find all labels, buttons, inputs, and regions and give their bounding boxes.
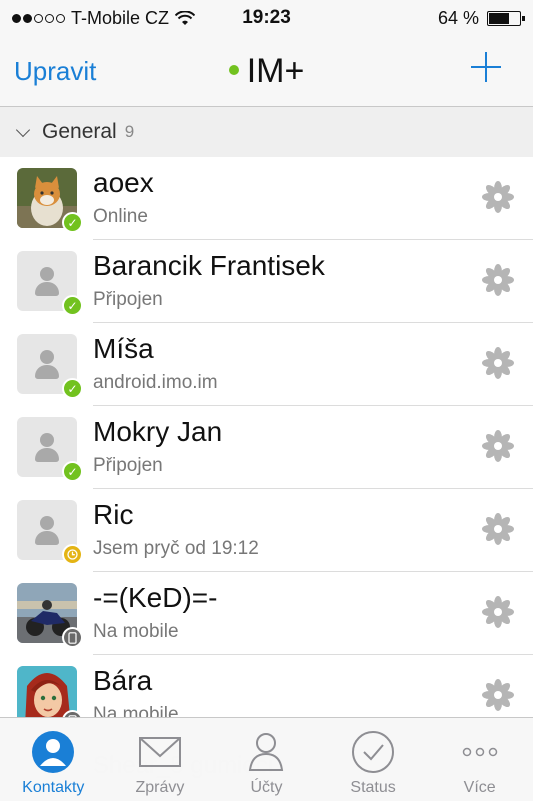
tab-label: Zprávy xyxy=(135,779,185,796)
online-status-icon: ✓ xyxy=(62,212,83,233)
contact-row[interactable]: ✓ Míša android.imo.im xyxy=(0,323,533,406)
tab-zpravy[interactable]: Zprávy xyxy=(107,718,214,801)
contact-name: Ric xyxy=(93,499,134,530)
online-status-icon: ✓ xyxy=(62,295,83,316)
contact-name: Mokry Jan xyxy=(93,416,223,447)
gear-icon[interactable] xyxy=(480,677,516,713)
gear-icon[interactable] xyxy=(480,511,516,547)
contact-name: Barancik Frantisek xyxy=(93,250,325,281)
contact-name: -=(KeD)=- xyxy=(93,582,218,613)
gear-icon[interactable] xyxy=(480,262,516,298)
contact-name: Bára xyxy=(93,665,153,696)
tab-label: Více xyxy=(463,779,496,796)
navigation-bar: Upravit IM+ xyxy=(0,38,533,107)
tab-ucty[interactable]: Účty xyxy=(213,718,320,801)
gear-icon[interactable] xyxy=(480,345,516,381)
status-bar: T-Mobile CZ 19:23 64 % xyxy=(0,0,533,38)
contact-status: Na mobile xyxy=(93,704,179,717)
app-title-container: IM+ xyxy=(0,52,533,91)
tab-status[interactable]: Status xyxy=(320,718,427,801)
tab-kontakty[interactable]: Kontakty xyxy=(0,718,107,801)
contact-status: Připojen xyxy=(93,455,163,476)
contact-status: Jsem pryč od 19:12 xyxy=(93,538,259,559)
app-title: IM+ xyxy=(246,52,305,90)
battery-info: 64 % xyxy=(437,8,525,29)
group-header[interactable]: General 9 xyxy=(0,107,533,157)
contact-status: android.imo.im xyxy=(93,372,218,393)
contact-status: Připojen xyxy=(93,289,163,310)
contact-row[interactable]: ✓ aoex Online xyxy=(0,157,533,240)
online-indicator-icon xyxy=(228,65,239,76)
group-name: General xyxy=(42,120,117,143)
contact-row[interactable]: Ric Jsem pryč od 19:12 xyxy=(0,489,533,572)
person-icon xyxy=(249,733,284,771)
contact-name: aoex xyxy=(93,167,154,198)
group-count: 9 xyxy=(124,122,135,141)
gear-icon[interactable] xyxy=(480,594,516,630)
more-dots-icon xyxy=(462,747,497,757)
clock-away-icon xyxy=(62,544,83,565)
tab-label: Účty xyxy=(250,779,283,796)
avatar xyxy=(17,666,77,717)
gear-icon[interactable] xyxy=(480,179,516,215)
plus-icon[interactable] xyxy=(471,52,501,82)
contact-status: Na mobile xyxy=(93,621,179,642)
tab-label: Kontakty xyxy=(22,779,85,796)
online-status-icon: ✓ xyxy=(62,378,83,399)
contact-row[interactable]: ✓ Barancik Frantisek Připojen xyxy=(0,240,533,323)
contact-row[interactable]: -=(KeD)=- Na mobile xyxy=(0,572,533,655)
contact-status: Online xyxy=(93,206,148,227)
envelope-icon xyxy=(138,737,181,767)
battery-percent: 64 % xyxy=(437,8,479,28)
contact-row[interactable]: Bára Na mobile xyxy=(0,655,533,717)
online-status-icon: ✓ xyxy=(62,461,83,482)
gear-icon[interactable] xyxy=(480,428,516,464)
tab-label: Status xyxy=(350,779,396,796)
contact-list[interactable]: ✓ aoex Online ✓ Barancik Frantisek Připo… xyxy=(0,157,533,717)
tab-vice[interactable]: Více xyxy=(426,718,533,801)
contact-name: Míša xyxy=(93,333,154,364)
contacts-icon xyxy=(32,731,75,773)
checkmark-circle-icon xyxy=(352,731,395,773)
tab-bar: Kontakty Zprávy Účty Status Více xyxy=(0,717,533,801)
battery-icon xyxy=(487,11,525,26)
chevron-down-icon xyxy=(15,122,31,137)
contact-row[interactable]: ✓ Mokry Jan Připojen xyxy=(0,406,533,489)
mobile-phone-icon xyxy=(62,627,83,648)
